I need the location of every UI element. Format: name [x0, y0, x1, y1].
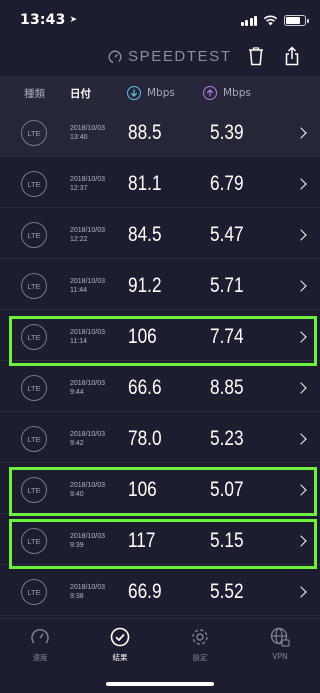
upload-arrow-icon [203, 86, 217, 100]
tab-vpn-label: VPN [272, 652, 288, 661]
brand-logo: SPEEDTEST [108, 48, 232, 65]
share-icon[interactable] [283, 46, 301, 66]
tab-settings-label: 設定 [192, 653, 208, 662]
globe-lock-icon [270, 627, 290, 647]
app-header: SPEEDTEST [0, 40, 320, 76]
chevron-right-icon [295, 535, 307, 547]
battery-icon [284, 14, 309, 26]
chevron-right-icon [295, 484, 307, 496]
upload-speed: 5.15 [210, 529, 244, 552]
result-datetime: 2018/10/03 12:37 [70, 176, 106, 192]
download-speed: 81.1 [128, 172, 162, 195]
download-speed: 84.5 [128, 223, 162, 246]
connection-type-badge: LTE [21, 171, 47, 197]
location-icon: ➤ [69, 15, 78, 25]
upload-speed: 5.47 [210, 223, 244, 246]
tab-results[interactable]: 結果 [90, 627, 150, 663]
result-row[interactable]: LTE 2018/10/03 9:44 66.6 8.85 [0, 365, 320, 412]
download-arrow-icon [127, 86, 141, 100]
connection-type-badge: LTE [21, 222, 47, 248]
result-datetime: 2018/10/03 13:40 [70, 125, 106, 141]
result-datetime: 2018/10/03 9:39 [70, 533, 106, 549]
tab-settings[interactable]: 設定 [170, 627, 230, 663]
result-row[interactable]: LTE 2018/10/03 9:39 117 5.15 [0, 518, 320, 565]
result-datetime: 2018/10/03 9:38 [70, 584, 106, 600]
download-speed: 88.5 [128, 121, 162, 144]
speedometer-icon [31, 628, 49, 644]
result-datetime: 2018/10/03 11:14 [70, 329, 106, 345]
upload-speed: 5.39 [210, 121, 244, 144]
connection-type-badge: LTE [21, 426, 47, 452]
upload-speed: 6.79 [210, 172, 244, 195]
tab-speed[interactable]: 速度 [10, 627, 70, 663]
checkmark-circle-icon [110, 627, 130, 647]
chevron-right-icon [295, 127, 307, 139]
chevron-right-icon [295, 229, 307, 241]
result-row[interactable]: LTE 2018/10/03 12:22 84.5 5.47 [0, 212, 320, 259]
connection-type-badge: LTE [21, 528, 47, 554]
tab-vpn[interactable]: VPN [250, 627, 310, 661]
connection-type-badge: LTE [21, 120, 47, 146]
chevron-right-icon [295, 178, 307, 190]
connection-type-badge: LTE [21, 375, 47, 401]
upload-speed: 5.23 [210, 427, 244, 450]
result-row[interactable]: LTE 2018/10/03 11:44 91.2 5.71 [0, 263, 320, 310]
status-bar: 13:43 ➤ [0, 0, 320, 40]
chevron-right-icon [295, 586, 307, 598]
column-date-label[interactable]: 日付 [70, 86, 91, 101]
tab-speed-label: 速度 [32, 653, 48, 662]
result-datetime: 2018/10/03 9:40 [70, 482, 106, 498]
download-speed: 66.9 [128, 580, 162, 603]
download-unit-label: Mbps [147, 87, 175, 99]
chevron-right-icon [295, 433, 307, 445]
trash-icon[interactable] [247, 46, 265, 66]
download-speed: 66.6 [128, 376, 162, 399]
result-row[interactable]: LTE 2018/10/03 13:40 88.5 5.39 [0, 110, 320, 157]
result-row[interactable]: LTE 2018/10/03 9:38 66.9 5.52 [0, 569, 320, 616]
connection-type-badge: LTE [21, 477, 47, 503]
connection-type-badge: LTE [21, 579, 47, 605]
download-speed: 106 [128, 478, 157, 501]
result-row[interactable]: LTE 2018/10/03 11:14 106 7.74 [0, 314, 320, 361]
download-speed: 106 [128, 325, 157, 348]
result-row[interactable]: LTE 2018/10/03 12:37 81.1 6.79 [0, 161, 320, 208]
results-column-header: 種類 日付 Mbps Mbps [0, 76, 320, 110]
upload-speed: 7.74 [210, 325, 244, 348]
download-speed: 117 [128, 529, 156, 552]
chevron-right-icon [295, 331, 307, 343]
download-speed: 91.2 [128, 274, 162, 297]
chevron-right-icon [295, 280, 307, 292]
status-time: 13:43 [20, 12, 66, 28]
brand-name: SPEEDTEST [128, 48, 232, 65]
download-speed: 78.0 [128, 427, 162, 450]
connection-type-badge: LTE [21, 324, 47, 350]
home-indicator[interactable] [106, 682, 214, 686]
result-datetime: 2018/10/03 9:42 [70, 431, 106, 447]
cellular-signal-icon [240, 15, 257, 26]
upload-unit-label: Mbps [223, 87, 251, 99]
result-datetime: 2018/10/03 12:22 [70, 227, 106, 243]
upload-speed: 8.85 [210, 376, 244, 399]
connection-type-badge: LTE [21, 273, 47, 299]
column-download[interactable]: Mbps [127, 86, 175, 100]
result-row[interactable]: LTE 2018/10/03 9:40 106 5.07 [0, 467, 320, 514]
wifi-icon [263, 15, 278, 25]
tab-results-label: 結果 [112, 653, 128, 662]
upload-speed: 5.07 [210, 478, 244, 501]
gear-icon [192, 629, 208, 645]
column-upload[interactable]: Mbps [203, 86, 251, 100]
result-datetime: 2018/10/03 11:44 [70, 278, 106, 294]
result-datetime: 2018/10/03 9:44 [70, 380, 106, 396]
chevron-right-icon [295, 382, 307, 394]
upload-speed: 5.71 [210, 274, 244, 297]
upload-speed: 5.52 [210, 580, 244, 603]
speedometer-logo-icon [108, 49, 122, 64]
result-row[interactable]: LTE 2018/10/03 9:42 78.0 5.23 [0, 416, 320, 463]
column-type-label[interactable]: 種類 [24, 86, 45, 101]
